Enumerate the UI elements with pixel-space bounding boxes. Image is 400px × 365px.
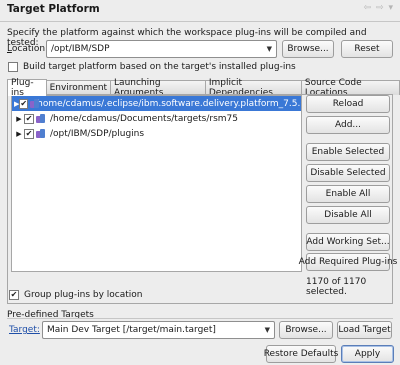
group-by-location-checkbox[interactable]: ✔: [9, 290, 19, 300]
enable-all-button[interactable]: Enable All: [306, 185, 390, 203]
target-combo[interactable]: Main Dev Target [/target/main.target] ▼: [42, 321, 275, 339]
enable-selected-button[interactable]: Enable Selected: [306, 143, 390, 161]
row-checkbox[interactable]: ✔: [19, 98, 29, 109]
tab-environment[interactable]: Environment: [46, 80, 112, 95]
add-button[interactable]: Add...: [306, 116, 390, 134]
predefined-divider: [7, 318, 393, 319]
target-browse-button[interactable]: Browse...: [279, 321, 333, 339]
view-menu-icon[interactable]: ▾: [388, 3, 394, 13]
group-by-location-option[interactable]: ✔ Group plug-ins by location: [9, 290, 143, 300]
location-reset-button[interactable]: Reset: [341, 40, 393, 58]
tab-bar: Plug-ins Environment Launching Arguments…: [7, 78, 400, 98]
plugin-folder-icon: [36, 113, 46, 124]
restore-defaults-button[interactable]: Restore Defaults: [264, 345, 338, 363]
expand-arrow-icon[interactable]: ▶: [14, 115, 24, 123]
expand-arrow-icon[interactable]: ▶: [14, 130, 24, 138]
tree-row[interactable]: ▶ ✔ /home/cdamus/.eclipse/ibm.software.d…: [12, 96, 301, 111]
tab-implicit-dependencies[interactable]: Implicit Dependencies: [205, 78, 302, 98]
row-label: /home/cdamus/Documents/targets/rsm75: [50, 113, 238, 124]
group-by-location-label: Group plug-ins by location: [24, 290, 143, 300]
add-required-plugins-button[interactable]: Add Required Plug-ins: [299, 253, 397, 271]
tree-row[interactable]: ▶ ✔ /opt/IBM/SDP/plugins: [12, 126, 301, 141]
header-nav: ⇦ ⇨ ▾: [364, 3, 394, 13]
reload-button[interactable]: Reload: [306, 95, 390, 113]
build-target-option[interactable]: Build target platform based on the targe…: [8, 62, 296, 72]
disable-selected-button[interactable]: Disable Selected: [306, 164, 390, 182]
tab-plug-ins[interactable]: Plug-ins: [7, 78, 47, 98]
row-checkbox[interactable]: ✔: [24, 113, 34, 124]
plugin-folder-icon: [36, 128, 46, 139]
location-label: Location:: [7, 44, 49, 54]
tree-row[interactable]: ▶ ✔ /home/cdamus/Documents/targets/rsm75: [12, 111, 301, 126]
page-title: Target Platform: [7, 3, 100, 15]
location-combo[interactable]: /opt/IBM/SDP ▼: [46, 40, 277, 58]
target-value: Main Dev Target [/target/main.target]: [47, 325, 216, 335]
plugin-location-tree[interactable]: ▶ ✔ /home/cdamus/.eclipse/ibm.software.d…: [11, 95, 302, 272]
disable-all-button[interactable]: Disable All: [306, 206, 390, 224]
build-target-checkbox[interactable]: [8, 62, 18, 72]
header-divider: [0, 21, 400, 22]
tab-launching-arguments[interactable]: Launching Arguments: [111, 78, 206, 98]
location-value: /opt/IBM/SDP: [51, 44, 110, 54]
tab-source-code-locations[interactable]: Source Code Locations: [301, 78, 400, 98]
forward-arrow-icon[interactable]: ⇨: [376, 3, 385, 13]
selection-count: 1170 of 1170 selected.: [306, 277, 367, 297]
add-working-set-button[interactable]: Add Working Set...: [306, 233, 390, 251]
chevron-down-icon[interactable]: ▼: [265, 326, 270, 334]
load-target-button[interactable]: Load Target: [337, 321, 392, 339]
chevron-down-icon[interactable]: ▼: [267, 45, 272, 53]
row-checkbox[interactable]: ✔: [24, 128, 34, 139]
row-label: /home/cdamus/.eclipse/ibm.software.deliv…: [34, 98, 301, 109]
location-browse-button[interactable]: Browse...: [282, 40, 334, 58]
back-arrow-icon[interactable]: ⇦: [364, 3, 373, 13]
row-label: /opt/IBM/SDP/plugins: [50, 128, 145, 139]
location-label-rest: ocation:: [11, 44, 49, 54]
target-link[interactable]: Target:: [9, 325, 40, 335]
build-target-label: Build target platform based on the targe…: [23, 62, 296, 72]
apply-button[interactable]: Apply: [341, 345, 394, 363]
